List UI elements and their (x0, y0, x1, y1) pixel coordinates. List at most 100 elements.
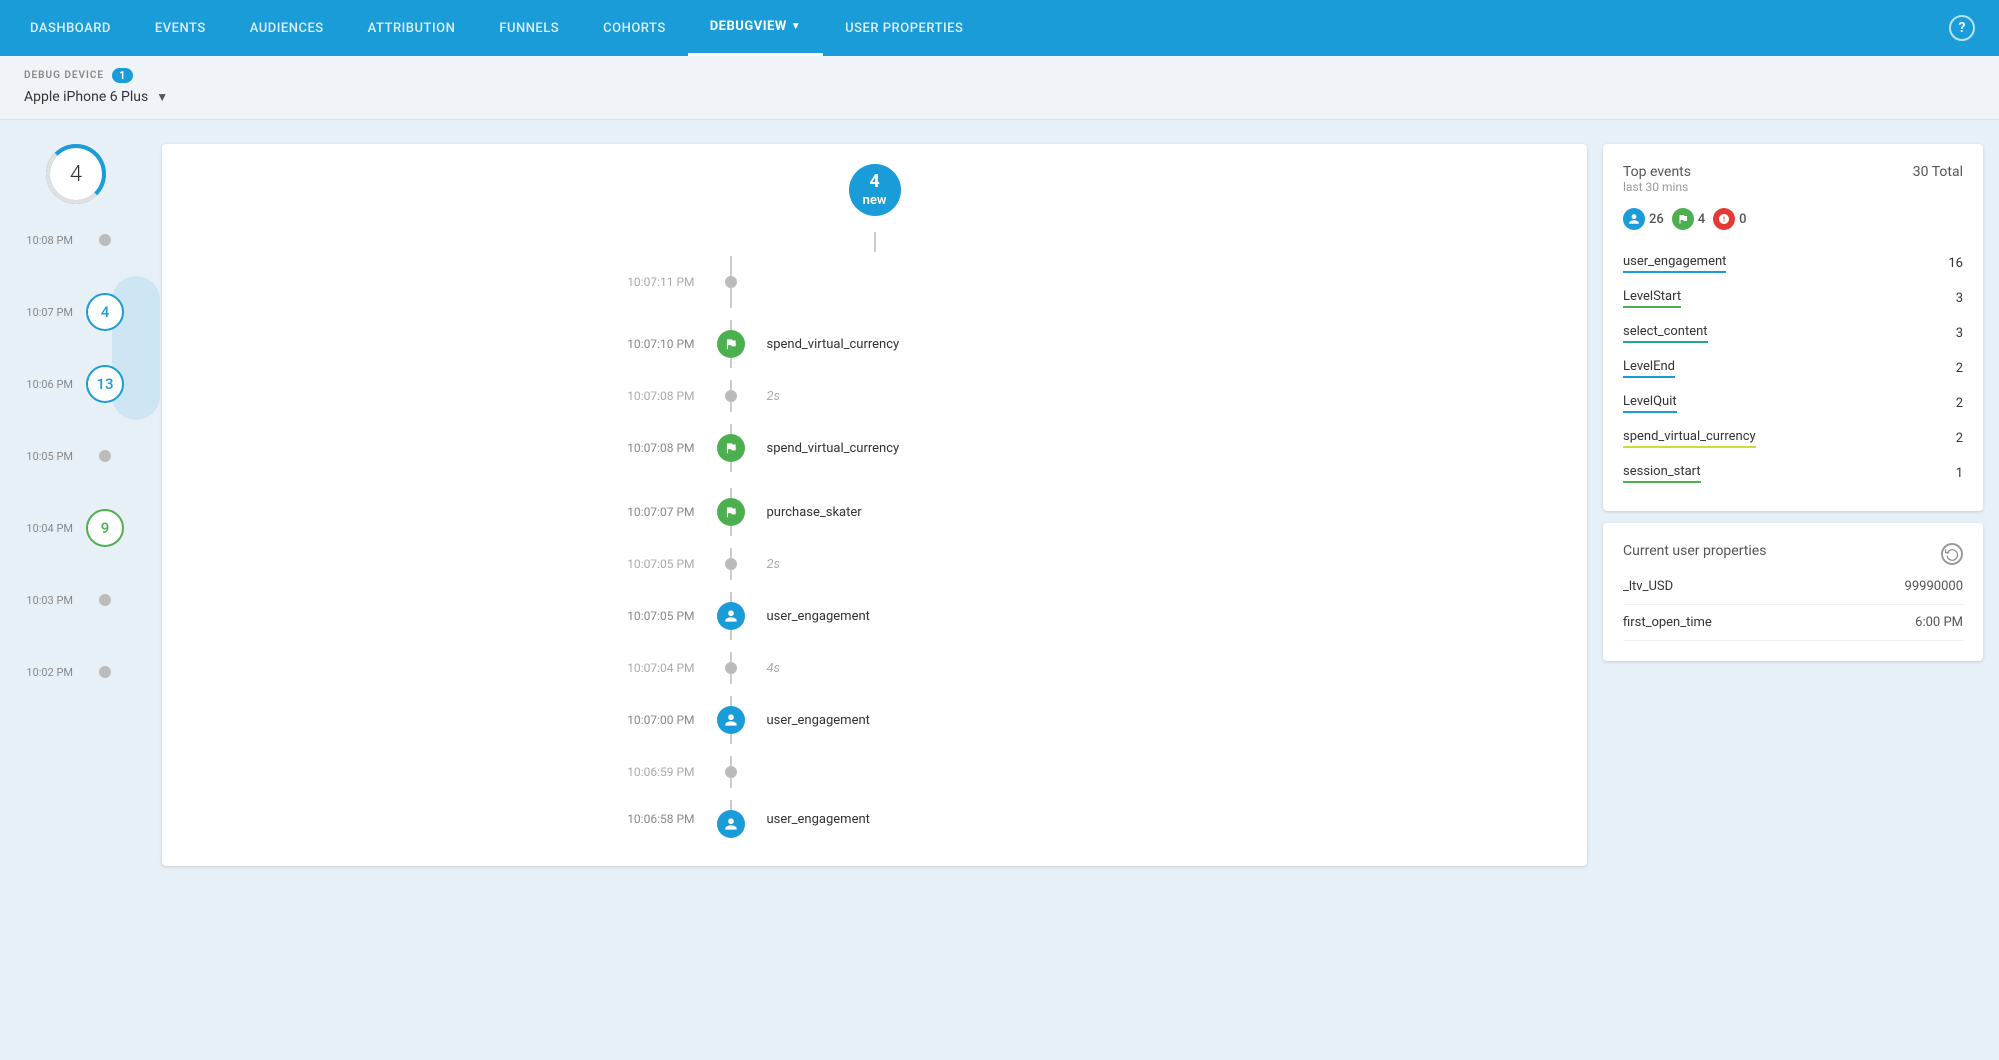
time-label: 10:03 PM (16, 594, 81, 607)
blue-badge-circle (1623, 208, 1645, 230)
timeline-top-circle: 4 (46, 144, 106, 204)
flag-icon (724, 337, 738, 351)
red-count: 0 (1739, 212, 1746, 227)
timeline-dot-area (81, 666, 129, 678)
nav-item-cohorts[interactable]: COHORTS (581, 0, 688, 56)
gap-dot (725, 662, 737, 674)
small-connector-dot (725, 276, 737, 288)
timeline-circle-green: 9 (86, 509, 124, 547)
event-name[interactable]: spend_virtual_currency (767, 441, 900, 456)
device-selector[interactable]: Apple iPhone 6 Plus ▼ (24, 89, 1975, 105)
red-event-badge: 0 (1713, 208, 1746, 230)
event-list-item[interactable]: LevelStart 3 (1623, 281, 1963, 316)
flag-badge-icon (1677, 213, 1689, 225)
connector (730, 570, 732, 580)
event-time: 10:07:08 PM (575, 441, 715, 455)
event-connector (874, 232, 876, 252)
top-events-header: Top events last 30 mins 30 Total (1623, 164, 1963, 204)
device-dropdown-arrow: ▼ (156, 90, 168, 104)
timeline-dot-area (81, 234, 129, 246)
nav-item-funnels[interactable]: FUNNELS (477, 0, 581, 56)
connector (730, 696, 732, 706)
nav-label-events: EVENTS (155, 21, 206, 36)
nav-item-debugview[interactable]: DEBUGVIEW ▼ (688, 0, 823, 56)
connector (730, 256, 732, 276)
person-icon (724, 713, 738, 727)
event-name[interactable]: user_engagement (767, 609, 870, 624)
timeline-dot-area: 13 (81, 365, 129, 403)
event-time: 10:06:59 PM (575, 765, 715, 779)
nav-item-dashboard[interactable]: DASHBOARD (8, 0, 133, 56)
event-icons-row: 26 4 0 (1623, 208, 1963, 230)
flag-icon (724, 505, 738, 519)
left-timeline: 4 10:08 PM 10:07 PM 4 10:06 PM (16, 144, 146, 708)
event-time: 10:06:58 PM (575, 812, 715, 826)
top-events-subtitle: last 30 mins (1623, 180, 1691, 194)
event-time: 10:07:10 PM (575, 337, 715, 351)
person-badge-icon (1628, 213, 1640, 225)
debug-device-badge: 1 (112, 68, 133, 83)
event-list-item[interactable]: session_start 1 (1623, 456, 1963, 491)
top-events-total: 30 Total (1913, 164, 1963, 180)
event-time: 10:07:08 PM (575, 389, 715, 403)
event-gap: 2s (767, 389, 781, 404)
time-label: 10:08 PM (16, 234, 81, 247)
event-count: 1 (1956, 466, 1963, 481)
blue-event-badge: 26 (1623, 208, 1664, 230)
timeline-dot (99, 234, 111, 246)
nav-item-audiences[interactable]: AUDIENCES (228, 0, 346, 56)
connector (730, 592, 732, 602)
event-list-item[interactable]: user_engagement 16 (1623, 246, 1963, 281)
event-list-item[interactable]: select_content 3 (1623, 316, 1963, 351)
nav-label-user-properties: USER PROPERTIES (845, 21, 963, 36)
connector (730, 424, 732, 434)
event-icon-person (717, 602, 745, 630)
event-list-item[interactable]: LevelEnd 2 (1623, 351, 1963, 386)
connector (730, 380, 732, 390)
main-content: 4 10:08 PM 10:07 PM 4 10:06 PM (0, 120, 1999, 890)
timeline-dot-area (81, 450, 129, 462)
event-name[interactable]: user_engagement (767, 812, 870, 827)
person-icon (724, 817, 738, 831)
timeline-row[interactable]: 10:06 PM 13 (16, 348, 146, 420)
timeline-row[interactable]: 10:04 PM 9 (16, 492, 146, 564)
red-badge-circle (1713, 208, 1735, 230)
event-list-item[interactable]: spend_virtual_currency 2 (1623, 421, 1963, 456)
person-icon (724, 609, 738, 623)
subheader: DEBUG DEVICE 1 Apple iPhone 6 Plus ▼ (0, 56, 1999, 120)
timeline-circle-blue: 13 (86, 365, 124, 403)
user-prop-list: _ltv_USD 99990000 first_open_time 6:00 P… (1623, 569, 1963, 641)
event-list-item[interactable]: LevelQuit 2 (1623, 386, 1963, 421)
timeline-row: 10:02 PM (16, 636, 146, 708)
debugview-dropdown-arrow: ▼ (791, 21, 801, 32)
user-prop-row[interactable]: _ltv_USD 99990000 (1623, 569, 1963, 605)
event-name[interactable]: user_engagement (767, 713, 870, 728)
top-events-list: user_engagement 16 LevelStart 3 select_c… (1623, 246, 1963, 491)
blue-count: 26 (1649, 212, 1664, 227)
nav-item-events[interactable]: EVENTS (133, 0, 228, 56)
device-name: Apple iPhone 6 Plus (24, 89, 148, 105)
event-time: 10:07:07 PM (575, 505, 715, 519)
event-name-levelstart: LevelStart (1623, 289, 1681, 308)
history-icon[interactable] (1941, 543, 1963, 565)
nav-item-user-properties[interactable]: USER PROPERTIES (823, 0, 985, 56)
event-icon-flag (717, 434, 745, 462)
timeline-circle-blue: 4 (86, 293, 124, 331)
timeline-dot-area: 4 (81, 293, 129, 331)
connector (730, 462, 732, 472)
event-name[interactable]: purchase_skater (767, 505, 862, 520)
help-button[interactable]: ? (1933, 0, 1991, 56)
event-name-session-start: session_start (1623, 464, 1701, 483)
connector (730, 630, 732, 640)
user-properties-title: Current user properties (1623, 543, 1766, 559)
user-properties-card: Current user properties _ltv_USD 9999000… (1603, 523, 1983, 661)
gap-dot (725, 766, 737, 778)
new-bubble-row: 4 new (162, 164, 1587, 216)
nav-label-dashboard: DASHBOARD (30, 21, 111, 36)
event-count: 16 (1948, 256, 1963, 271)
nav-item-attribution[interactable]: ATTRIBUTION (346, 0, 478, 56)
user-prop-row[interactable]: first_open_time 6:00 PM (1623, 605, 1963, 641)
event-name[interactable]: spend_virtual_currency (767, 337, 900, 352)
connector (730, 756, 732, 766)
history-svg (1945, 547, 1959, 561)
